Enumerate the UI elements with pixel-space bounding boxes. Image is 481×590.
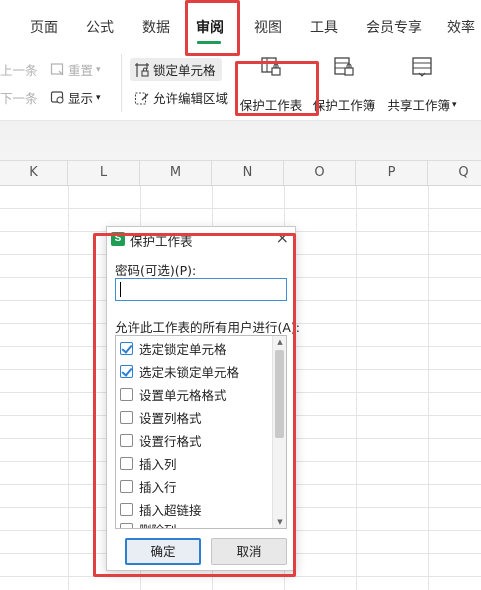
allow-edit-ranges-button[interactable]: 允许编辑区域: [134, 88, 228, 107]
tab-tools[interactable]: 工具: [310, 0, 338, 48]
permission-label: 插入行: [139, 479, 177, 495]
protect-sheet-icon: [261, 57, 281, 76]
active-tab-indicator: [197, 41, 221, 44]
close-icon[interactable]: ×: [276, 229, 289, 247]
checkbox[interactable]: [120, 433, 133, 447]
show-comments-label: 显示: [68, 91, 94, 106]
protect-workbook-label: 保护工作簿: [312, 98, 376, 113]
show-comments-icon: [50, 91, 64, 104]
tab-member[interactable]: 会员专享: [366, 0, 422, 48]
permission-label: 设置列格式: [139, 410, 202, 426]
permission-item[interactable]: 设置单元格格式: [120, 383, 227, 405]
permission-item[interactable]: 删除列: [120, 518, 177, 529]
permission-label: 选定锁定单元格: [139, 341, 227, 357]
previous-comment-label: 上一条: [0, 63, 38, 78]
column-header-o[interactable]: O: [284, 161, 356, 185]
permission-item[interactable]: 选定锁定单元格: [120, 337, 227, 359]
checkbox[interactable]: [120, 387, 133, 401]
wps-spreadsheet-icon: S: [111, 232, 125, 246]
review-ribbon: 上一条 下一条 重置 ▾ 显示 ▾ 锁定单元格 允许编辑区域 保护工作表 保护工…: [0, 48, 481, 120]
allow-users-label: 允许此工作表的所有用户进行(A):: [115, 320, 301, 335]
previous-comment-button[interactable]: 上一条: [0, 60, 38, 79]
protect-sheet-dialog: S 保护工作表 × 密码(可选)(P): 允许此工作表的所有用户进行(A): 选…: [106, 226, 300, 571]
text-caret: [120, 282, 121, 297]
ok-button[interactable]: 确定: [125, 538, 201, 565]
permission-label: 设置单元格格式: [139, 387, 227, 403]
checkbox[interactable]: [120, 410, 133, 424]
chevron-down-icon: ▾: [96, 92, 101, 103]
password-label: 密码(可选)(P):: [115, 263, 197, 278]
tab-page[interactable]: 页面: [30, 0, 58, 48]
column-header-q[interactable]: Q: [428, 161, 481, 185]
listbox-scrollbar[interactable]: ▲ ▼: [272, 336, 286, 528]
permission-item[interactable]: 插入列: [120, 452, 177, 474]
tab-efficiency[interactable]: 效率: [447, 0, 475, 48]
tab-formula[interactable]: 公式: [86, 0, 114, 48]
share-workbook-button[interactable]: 共享工作簿 ▾: [386, 56, 458, 114]
permission-item[interactable]: 设置列格式: [120, 406, 202, 428]
permission-label: 设置行格式: [139, 433, 202, 449]
next-comment-button[interactable]: 下一条: [0, 88, 38, 107]
protect-workbook-button[interactable]: 保护工作簿: [313, 56, 375, 114]
scroll-down-icon[interactable]: ▼: [273, 516, 286, 528]
permission-label: 插入超链接: [139, 502, 202, 518]
reset-label: 重置: [68, 63, 94, 78]
checkbox[interactable]: [120, 456, 133, 470]
password-input[interactable]: [115, 278, 287, 301]
permission-item[interactable]: 插入超链接: [120, 498, 202, 520]
allow-edit-icon: [134, 91, 149, 105]
column-header-row: K L M N O P Q: [0, 160, 481, 186]
lock-cell-icon: [135, 62, 149, 77]
chevron-down-icon: ▾: [96, 64, 101, 75]
reset-icon: [50, 63, 64, 76]
cancel-button[interactable]: 取消: [211, 538, 287, 565]
spreadsheet-window: 页面 公式 数据 审阅 视图 工具 会员专享 效率 上一条 下一条 重置 ▾ 显…: [0, 0, 481, 590]
lock-cell-label: 锁定单元格: [153, 63, 216, 78]
ribbon-tab-bar: 页面 公式 数据 审阅 视图 工具 会员专享 效率: [0, 0, 481, 48]
protect-sheet-button[interactable]: 保护工作表: [240, 56, 302, 114]
permission-label: 插入列: [139, 456, 177, 472]
formula-bar-area: [0, 120, 481, 160]
column-header-m[interactable]: M: [140, 161, 212, 185]
ribbon-divider: [121, 54, 122, 112]
tab-view[interactable]: 视图: [254, 0, 282, 48]
allow-edit-label: 允许编辑区域: [153, 91, 229, 106]
checkbox-checked[interactable]: [120, 364, 133, 378]
column-header-k[interactable]: K: [0, 161, 68, 185]
column-header-l[interactable]: L: [68, 161, 140, 185]
permission-label: 选定未锁定单元格: [139, 364, 240, 380]
reset-button[interactable]: 重置 ▾: [50, 60, 101, 79]
lock-cell-button[interactable]: 锁定单元格: [130, 58, 222, 81]
scroll-up-icon[interactable]: ▲: [273, 336, 286, 348]
scrollbar-thumb[interactable]: [275, 350, 284, 438]
checkbox[interactable]: [120, 522, 133, 528]
show-comments-button[interactable]: 显示 ▾: [50, 88, 101, 107]
tab-data[interactable]: 数据: [142, 0, 170, 48]
checkbox[interactable]: [120, 502, 133, 516]
permission-label: 删除列: [139, 520, 177, 529]
checkbox[interactable]: [120, 479, 133, 493]
permission-item[interactable]: 插入行: [120, 475, 177, 497]
protect-workbook-icon: [334, 57, 354, 76]
column-header-p[interactable]: P: [356, 161, 428, 185]
column-header-n[interactable]: N: [212, 161, 284, 185]
next-comment-label: 下一条: [0, 91, 38, 106]
dialog-title-bar: S 保护工作表 ×: [107, 227, 295, 251]
permission-item[interactable]: 设置行格式: [120, 429, 202, 451]
chevron-down-icon: ▾: [451, 99, 457, 110]
protect-sheet-label: 保护工作表: [239, 98, 303, 113]
share-workbook-icon: [412, 57, 432, 77]
checkbox-checked[interactable]: [120, 341, 133, 355]
share-workbook-label: 共享工作簿: [387, 98, 450, 113]
permission-item[interactable]: 选定未锁定单元格: [120, 360, 239, 382]
share-workbook-text: 共享工作簿 ▾: [387, 95, 456, 114]
permissions-listbox[interactable]: 选定锁定单元格 选定未锁定单元格 设置单元格格式 设置列格式 设置行格式 插入列: [115, 335, 287, 529]
dialog-title: 保护工作表: [130, 234, 193, 249]
